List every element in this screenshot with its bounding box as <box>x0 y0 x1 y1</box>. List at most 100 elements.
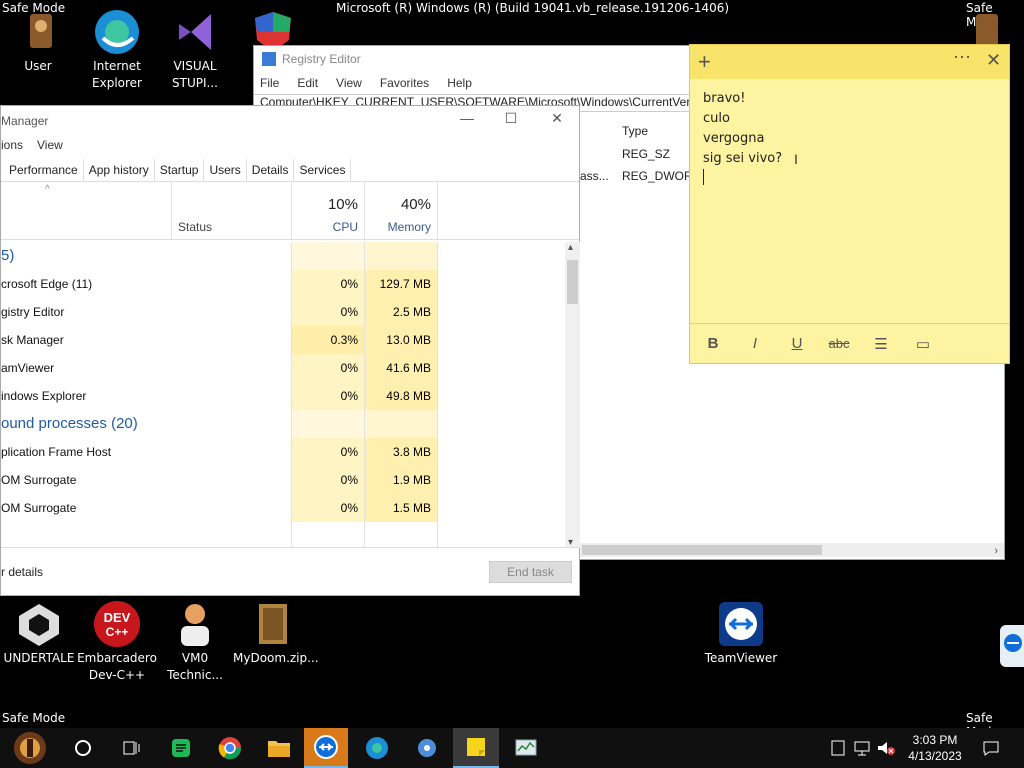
taskbar-app[interactable] <box>508 732 544 764</box>
cpu-cell: 0% <box>291 298 364 326</box>
strikethrough-button[interactable]: abc <box>828 336 850 351</box>
desktop-icon-undertale[interactable]: UNDERTALE <box>0 600 79 667</box>
process-row[interactable]: amViewer 0% 41.6 MB <box>1 354 567 382</box>
cpu-cell: 0% <box>291 438 364 466</box>
taskbar-app[interactable] <box>409 732 445 764</box>
taskbar-app-active[interactable] <box>453 728 499 768</box>
regedit-type-header[interactable]: Type <box>622 124 648 138</box>
regedit-value-type[interactable]: REG_DWOR <box>622 169 693 183</box>
task-manager-window[interactable]: Manager — ☐ ✕ ions View Performance App … <box>0 105 580 596</box>
tablet-icon[interactable] <box>831 740 845 759</box>
edge-icon <box>93 8 141 56</box>
end-task-button[interactable]: End task <box>489 561 572 583</box>
tab-services[interactable]: Services <box>294 159 352 181</box>
maximize-button[interactable]: ☐ <box>493 110 529 130</box>
note-line: bravo! <box>703 91 746 106</box>
taskbar-app[interactable] <box>359 732 395 764</box>
cpu-cell: 0% <box>291 466 364 494</box>
taskbar-app[interactable] <box>163 732 199 764</box>
menu-view[interactable]: View <box>37 138 63 152</box>
start-button[interactable] <box>12 732 48 764</box>
minimize-button[interactable]: — <box>449 110 485 130</box>
teamviewer-side-tab[interactable] <box>1000 625 1024 667</box>
scroll-thumb[interactable] <box>582 545 822 555</box>
tab-performance[interactable]: Performance <box>1 159 84 181</box>
desktop-icon-user[interactable]: User <box>0 8 78 75</box>
group-header[interactable]: ound processes (20) <box>1 410 567 438</box>
menu-help[interactable]: Help <box>447 76 472 90</box>
cpu-percent[interactable]: 10% <box>291 196 358 213</box>
fewer-details-link[interactable]: r details <box>1 565 43 579</box>
bullet-list-icon[interactable]: ☰ <box>870 335 892 353</box>
memory-percent[interactable]: 40% <box>364 196 431 213</box>
tab-details[interactable]: Details <box>247 159 295 181</box>
regedit-hscrollbar[interactable] <box>580 543 1004 557</box>
desktop-icon-label: TeamViewer <box>704 651 778 665</box>
process-row[interactable]: gistry Editor 0% 2.5 MB <box>1 298 567 326</box>
process-row[interactable]: plication Frame Host 0% 3.8 MB <box>1 438 567 466</box>
notifications-icon[interactable] <box>982 740 1000 759</box>
taskbar-clock[interactable]: 3:03 PM 4/13/2023 <box>902 732 968 764</box>
process-row[interactable]: indows Explorer 0% 49.8 MB <box>1 382 567 410</box>
menu-options[interactable]: ions <box>1 138 23 152</box>
tab-app-history[interactable]: App history <box>84 159 155 181</box>
cpu-cell <box>291 242 364 270</box>
menu-view[interactable]: View <box>336 76 362 90</box>
more-options-icon[interactable]: ⋯ <box>953 47 971 68</box>
process-name: amViewer <box>1 361 55 375</box>
scroll-up-arrow[interactable]: ▴ <box>568 242 573 253</box>
taskmgr-menubar: ions View <box>1 134 579 156</box>
text-caret <box>703 169 996 192</box>
network-icon[interactable] <box>853 740 871 759</box>
process-row[interactable]: OM Surrogate 0% 1.9 MB <box>1 466 567 494</box>
menu-favorites[interactable]: Favorites <box>380 76 429 90</box>
group-header[interactable]: 5) <box>1 242 567 270</box>
sticky-titlebar[interactable]: + ⋯ ✕ <box>690 45 1009 79</box>
image-icon[interactable]: ▭ <box>912 335 934 353</box>
taskbar-app[interactable] <box>212 732 248 764</box>
process-row[interactable]: OM Surrogate 0% 1.5 MB <box>1 494 567 522</box>
menu-edit[interactable]: Edit <box>297 76 318 90</box>
tab-users[interactable]: Users <box>204 159 247 181</box>
status-column-header[interactable]: Status <box>178 220 212 234</box>
italic-button[interactable]: I <box>744 335 766 352</box>
scroll-right-arrow[interactable]: › <box>994 545 998 557</box>
memory-column-header[interactable]: Memory <box>364 220 431 234</box>
desktop-icon-visual-studio[interactable]: VISUAL STUPI... <box>155 8 235 92</box>
sticky-note-content[interactable]: bravo! culo vergogna sig sei vivo? <box>690 79 1009 202</box>
search-circle-icon <box>75 740 91 756</box>
taskmgr-titlebar[interactable]: Manager — ☐ ✕ <box>1 106 579 134</box>
task-view-button[interactable] <box>113 732 149 764</box>
menu-file[interactable]: File <box>260 76 279 90</box>
volume-muted-icon[interactable] <box>876 740 896 759</box>
desktop-icon-mydoom-zip[interactable]: MyDoom.zip... <box>233 600 319 667</box>
bold-button[interactable]: B <box>702 335 724 352</box>
close-button[interactable]: ✕ <box>539 110 575 130</box>
search-button[interactable] <box>65 732 101 764</box>
underline-button[interactable]: U <box>786 335 808 352</box>
desktop-icon-vm0-technician[interactable]: VM0 Technic... <box>155 600 235 684</box>
close-icon[interactable]: ✕ <box>986 50 1001 71</box>
taskbar: 3:03 PM 4/13/2023 <box>0 728 1024 768</box>
process-list-scrollbar[interactable]: ▴ ▾ <box>565 242 580 548</box>
sticky-note-window[interactable]: + ⋯ ✕ bravo! culo vergogna sig sei vivo?… <box>689 44 1010 364</box>
tab-startup[interactable]: Startup <box>155 159 205 181</box>
taskmgr-column-header: ^ Status 10% CPU 40% Memory <box>1 182 579 240</box>
plus-icon[interactable]: + <box>698 49 711 75</box>
taskbar-app-active[interactable] <box>304 728 348 768</box>
cpu-column-header[interactable]: CPU <box>291 220 358 234</box>
process-row[interactable]: crosoft Edge (11) 0% 129.7 MB <box>1 270 567 298</box>
scroll-thumb[interactable] <box>567 260 578 304</box>
desktop-icon-teamviewer[interactable]: TeamViewer <box>701 600 781 667</box>
note-line: sig sei vivo? <box>703 151 783 166</box>
process-row[interactable]: sk Manager 0.3% 13.0 MB <box>1 326 567 354</box>
clock-time: 3:03 PM <box>912 733 958 747</box>
task-view-icon <box>123 741 140 755</box>
regedit-value-type[interactable]: REG_SZ <box>622 147 670 161</box>
regedit-value-name[interactable]: ass... <box>580 169 609 183</box>
desktop-icon-internet-explorer[interactable]: Internet Explorer <box>77 8 157 92</box>
desktop-icon-devcpp[interactable]: DEV C++ Embarcadero Dev-C++ <box>77 600 157 684</box>
svg-text:DEV: DEV <box>104 610 131 625</box>
taskbar-app[interactable] <box>261 732 297 764</box>
mem-cell: 1.9 MB <box>364 466 437 494</box>
